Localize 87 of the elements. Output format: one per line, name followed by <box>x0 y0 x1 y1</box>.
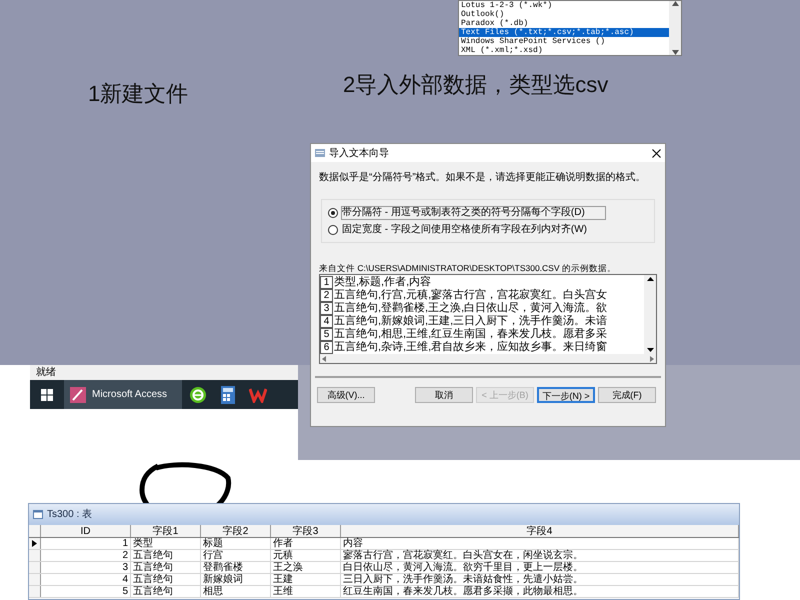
table-cell: 五言绝句 <box>131 550 201 561</box>
windows-start-icon[interactable] <box>41 388 53 400</box>
table-cell: 4 <box>41 574 131 585</box>
browser-icon <box>189 386 207 404</box>
table-cell: 登鹳雀楼 <box>201 562 271 573</box>
dialog-button[interactable]: 取消 <box>415 387 473 403</box>
dialog-button[interactable]: 完成(F) <box>598 387 656 403</box>
row-number: 3 <box>320 302 333 315</box>
file-type-list[interactable]: Lotus 1-2-3 (*.wk*) Outlook() Paradox (*.db) Text Files (*.txt;*.csv;*.tab;*.asc) Windows SharePoint Services () XML (*.xml;*.xsd) <box>458 0 682 56</box>
table-cell: 五言绝句 <box>131 586 201 597</box>
row-number: 4 <box>320 315 333 328</box>
close-icon[interactable] <box>652 148 661 158</box>
table-cell: 新嫁娘词 <box>201 574 271 585</box>
row-number: 5 <box>320 328 333 341</box>
file-type-option[interactable]: Windows SharePoint Services () <box>459 37 669 46</box>
table-cell: 五言绝句 <box>131 562 201 573</box>
sample-row-text: 五言绝句,杂诗,王维,君自故乡来，应知故乡事。来日绮窗 <box>333 341 608 354</box>
scrollbar[interactable] <box>669 1 681 55</box>
radio-label: 固定宽度 - 字段之间使用空格使所有字段在列内对齐(W) <box>341 222 588 236</box>
file-type-option[interactable]: XML (*.xml;*.xsd) <box>459 46 669 55</box>
format-radio-option[interactable]: 固定宽度 - 字段之间使用空格使所有字段在列内对齐(W) <box>328 222 648 236</box>
dialog-message: 数据似乎是“分隔符号”格式。如果不是，请选择更能正确说明数据的格式。 <box>319 172 647 184</box>
row-number: 1 <box>320 276 333 289</box>
dialog-button[interactable]: 高级(V)... <box>317 387 375 403</box>
table-cell: 作者 <box>271 538 341 549</box>
table-cell: 5 <box>41 586 131 597</box>
column-header[interactable]: ID <box>41 525 131 537</box>
table-title: Ts300 : 表 <box>47 508 92 522</box>
file-type-option[interactable]: Text Files (*.txt;*.csv;*.tab;*.asc) <box>459 28 669 37</box>
table-cell: 2 <box>41 550 131 561</box>
file-type-option[interactable]: Paradox (*.db) <box>459 19 669 28</box>
column-header[interactable]: 字段3 <box>271 525 341 537</box>
current-record-icon <box>32 540 37 547</box>
column-header[interactable]: 字段2 <box>201 525 271 537</box>
scroll-up-icon[interactable] <box>646 277 654 281</box>
format-radio-option[interactable]: 带分隔符 - 用逗号或制表符之类的符号分隔每个字段(D) <box>328 206 648 220</box>
file-type-option[interactable]: Outlook() <box>459 10 669 19</box>
dialog-button[interactable]: 下一步(N) > <box>537 387 595 403</box>
app-label: Microsoft Access <box>92 388 168 402</box>
scroll-right-icon[interactable] <box>650 356 654 362</box>
taskbar-app-button[interactable]: Microsoft Access <box>64 380 182 409</box>
column-header[interactable]: 字段1 <box>131 525 201 537</box>
sample-row-text: 五言绝句,行宫,元稹,寥落古行宫，宫花寂寞红。白头宫女 <box>333 289 608 302</box>
table-cell: 王维 <box>271 586 341 597</box>
scroll-down-icon[interactable] <box>672 50 678 55</box>
window-icon <box>315 149 325 157</box>
sample-row-text: 五言绝句,登鹳雀楼,王之涣,白日依山尽，黄河入海流。欲 <box>333 302 608 314</box>
record-selector[interactable] <box>29 538 41 549</box>
row-number: 2 <box>320 289 333 302</box>
table-cell: 行宫 <box>201 550 271 561</box>
table-cell: 标题 <box>201 538 271 549</box>
status-bar: 就绪 <box>30 365 298 380</box>
sample-row-text: 五言绝句,相思,王维,红豆生南国，春来发几枝。愿君多采 <box>333 328 608 340</box>
table-cell: 红豆生南国，春来发几枝。愿君多采撷，此物最相思。 <box>341 586 739 597</box>
column-header[interactable]: 字段4 <box>341 525 739 537</box>
scroll-up-icon[interactable] <box>672 1 678 6</box>
radio-button[interactable] <box>328 208 338 218</box>
table-cell: 王建 <box>271 574 341 585</box>
table-cell: 1 <box>41 538 131 549</box>
sample-row-text: 类型,标题,作者,内容 <box>333 276 432 288</box>
sample-data-label: 来自文件 C:\USERS\ADMINISTRATOR\DESKTOP\TS300.CSV 的示例数据。 <box>319 263 617 273</box>
scroll-left-icon[interactable] <box>322 356 326 362</box>
annotation-text: 2导入外部数据，类型选csv <box>343 71 608 99</box>
app-logo-icon <box>69 386 87 404</box>
dialog-title: 导入文本向导 <box>329 146 390 160</box>
table-cell: 类型 <box>131 538 201 549</box>
file-type-option[interactable]: Lotus 1-2-3 (*.wk*) <box>459 1 669 10</box>
horizontal-scrollbar[interactable] <box>320 354 656 363</box>
calculator-icon <box>221 386 235 404</box>
w-logo-icon <box>249 386 267 402</box>
radio-button[interactable] <box>328 224 338 234</box>
radio-label: 带分隔符 - 用逗号或制表符之类的符号分隔每个字段(D) <box>341 206 606 220</box>
row-number: 6 <box>320 341 333 354</box>
table-cell: 3 <box>41 562 131 573</box>
table-icon <box>33 510 43 519</box>
table-cell: 相思 <box>201 586 271 597</box>
table-cell: 五言绝句 <box>131 574 201 585</box>
table-cell: 王之涣 <box>271 562 341 573</box>
vertical-scrollbar[interactable] <box>644 275 656 354</box>
table-cell: 寥落古行宫，宫花寂寞红。白头宫女在，闲坐说玄宗。 <box>341 550 739 561</box>
table-cell: 三日入厨下，洗手作羹汤。未谙姑食性，先遣小姑尝。 <box>341 574 739 585</box>
scroll-down-icon[interactable] <box>646 348 654 352</box>
table-cell: 白日依山尽，黄河入海流。欲穷千里目，更上一层楼。 <box>341 562 739 573</box>
table-cell: 元稹 <box>271 550 341 561</box>
annotation-text: 1新建文件 <box>88 80 188 108</box>
table-cell: 内容 <box>341 538 739 549</box>
sample-row-text: 五言绝句,新嫁娘词,王建,三日入厨下，洗手作羹汤。未谙 <box>333 315 608 328</box>
